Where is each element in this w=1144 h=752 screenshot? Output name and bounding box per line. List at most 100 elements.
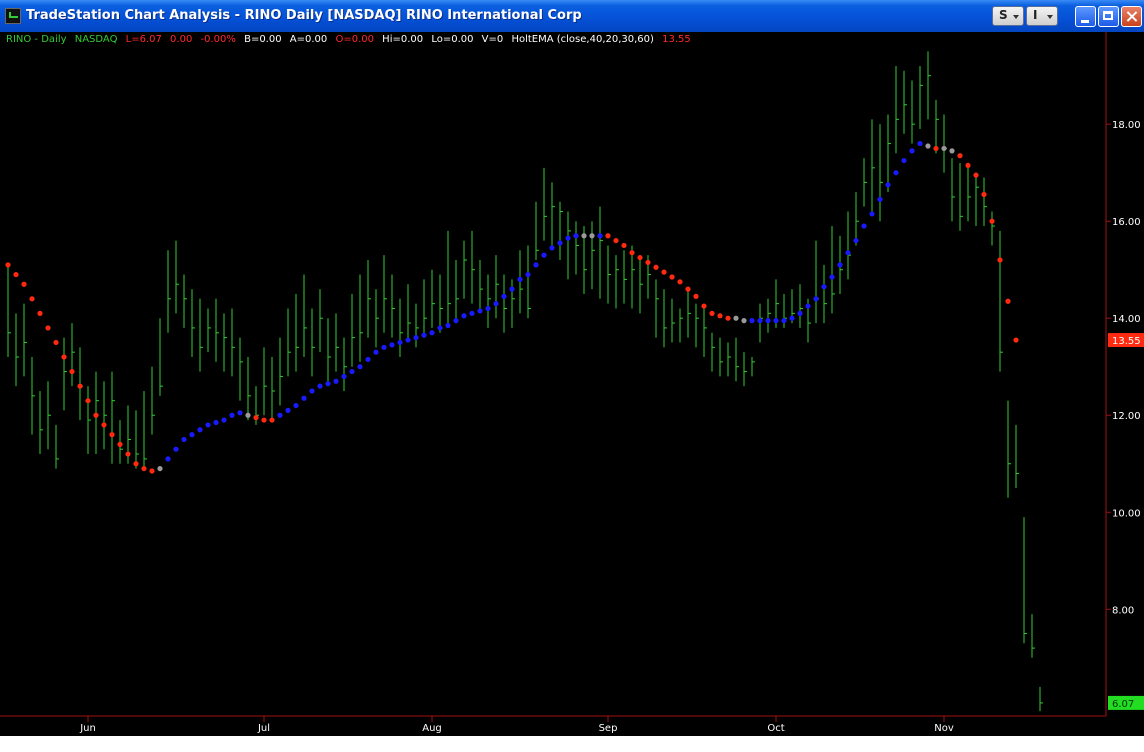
holt-ema-dot [949, 148, 955, 154]
time-tick-label: Nov [934, 723, 954, 734]
price-tick-label: 10.00 [1112, 508, 1141, 519]
status-last: L=6.07 [125, 34, 162, 45]
holt-ema-dot [397, 339, 403, 346]
holt-ema-dot [869, 211, 875, 217]
holt-ema-dot [749, 318, 755, 324]
holt-ema-dot [757, 318, 763, 324]
holt-ema-dot [197, 427, 203, 433]
holt-ema-dot [893, 170, 899, 176]
holt-ema-dot [53, 339, 59, 346]
holt-ema-dot [301, 395, 307, 401]
app-chart-icon[interactable] [5, 8, 21, 24]
holt-ema-dot [605, 233, 611, 239]
holt-ema-dot [453, 318, 459, 324]
price-tick-label: 14.00 [1112, 314, 1141, 325]
holt-ema-dot [165, 456, 171, 462]
holt-ema-dot [373, 349, 379, 355]
holt-ema-dot [261, 417, 267, 423]
holt-ema-dot [965, 162, 971, 169]
holt-ema-dot [501, 293, 507, 299]
holt-ema-dot [813, 296, 819, 302]
holt-ema-dot [725, 315, 731, 321]
indicator-link-i-button[interactable]: I [1026, 6, 1058, 26]
holt-ema-dot [125, 451, 131, 457]
holt-ema-dot [933, 145, 939, 152]
holt-ema-dot [861, 223, 867, 229]
maximize-icon[interactable] [1098, 6, 1119, 27]
holt-ema-dot [597, 233, 603, 239]
holt-ema-dot [717, 313, 723, 319]
holt-ema-dot [189, 432, 195, 438]
holt-ema-dot [741, 318, 747, 324]
status-indicator-value: 13.55 [662, 34, 691, 45]
i-button-label: I [1033, 8, 1038, 22]
holt-ema-dot [1013, 337, 1019, 343]
holt-ema-dot [557, 240, 563, 246]
status-change-pct: -0.00% [200, 34, 236, 45]
holt-ema-dot [733, 315, 739, 321]
holt-ema-dot [789, 315, 795, 321]
holt-ema-dot [421, 332, 427, 338]
holt-ema-dot [69, 368, 75, 375]
holt-ema-dot [277, 412, 283, 418]
holt-ema-dot [517, 276, 523, 283]
holt-ema-dot [413, 335, 419, 341]
holt-ema-dot [885, 182, 891, 188]
holt-ema-dot [485, 305, 491, 312]
holt-ema-dot [181, 436, 187, 443]
status-line: RINO - Daily NASDAQ L=6.07 0.00 -0.00% B… [6, 34, 696, 45]
holt-ema-dot [989, 218, 995, 224]
price-chart[interactable]: 8.00 10.00 12.00 14.00 16.00 18.00 Jun Jul Aug Se… [0, 32, 1144, 736]
price-tick-label: 16.00 [1112, 217, 1141, 228]
symbol-link-s-button[interactable]: S [992, 6, 1024, 26]
holt-ema-dot [221, 417, 227, 423]
holt-ema-dot [645, 259, 651, 266]
holt-ema-dot [325, 381, 331, 387]
holt-ema-dot [37, 310, 43, 316]
window-bottom-border [0, 736, 1144, 752]
holt-ema-dot [941, 145, 947, 152]
s-button-label: S [999, 8, 1008, 22]
holt-ema-dot [765, 318, 771, 324]
holt-ema-dot [245, 412, 251, 418]
holt-ema-dot [93, 412, 99, 418]
holt-ema-dot [589, 233, 595, 239]
holt-ema-dot [837, 262, 843, 268]
holt-ema-dot [309, 388, 315, 394]
holt-ema-dot [357, 364, 363, 370]
holt-ema-dot [157, 465, 163, 472]
holt-ema-dot [13, 271, 19, 278]
holt-ema-dot [429, 330, 435, 336]
holt-ema-dot [709, 310, 715, 316]
holt-ema-dot [925, 143, 931, 149]
holt-ema-dot [677, 279, 683, 285]
holt-ema-dot [917, 140, 923, 147]
status-bid: B=0.00 [244, 34, 282, 45]
holt-ema-dot [173, 446, 179, 452]
holt-ema-dot [293, 402, 299, 409]
holt-ema-dot [285, 407, 291, 413]
holt-ema-dot [853, 237, 859, 244]
holt-ema-dot [365, 356, 371, 363]
status-symbol: RINO - Daily [6, 34, 67, 45]
holt-ema-dot [805, 303, 811, 309]
holt-ema-dot [469, 310, 475, 316]
window-titlebar[interactable]: TradeStation Chart Analysis - RINO Daily… [0, 0, 1144, 32]
holt-ema-dot [565, 235, 571, 241]
status-volume: V=0 [481, 34, 504, 45]
holt-ema-dot [997, 257, 1003, 263]
status-indicator: HoltEMA (close,40,20,30,60) [511, 34, 654, 45]
holt-ema-dot [661, 269, 667, 275]
minimize-icon[interactable] [1075, 6, 1096, 27]
chart-area[interactable]: 8.00 10.00 12.00 14.00 16.00 18.00 Jun Jul Aug Se… [0, 32, 1144, 752]
holt-ema-dot [333, 378, 339, 384]
holt-ema-dot [845, 250, 851, 256]
status-exchange: NASDAQ [74, 34, 118, 45]
status-high: Hi=0.00 [382, 34, 424, 45]
close-icon[interactable] [1121, 6, 1142, 27]
holt-ema-dot [437, 325, 443, 331]
holt-ema-dot [533, 262, 539, 268]
holt-ema-dot [461, 313, 467, 319]
holt-ema-dot [317, 383, 323, 389]
holt-ema-dot [493, 301, 499, 307]
